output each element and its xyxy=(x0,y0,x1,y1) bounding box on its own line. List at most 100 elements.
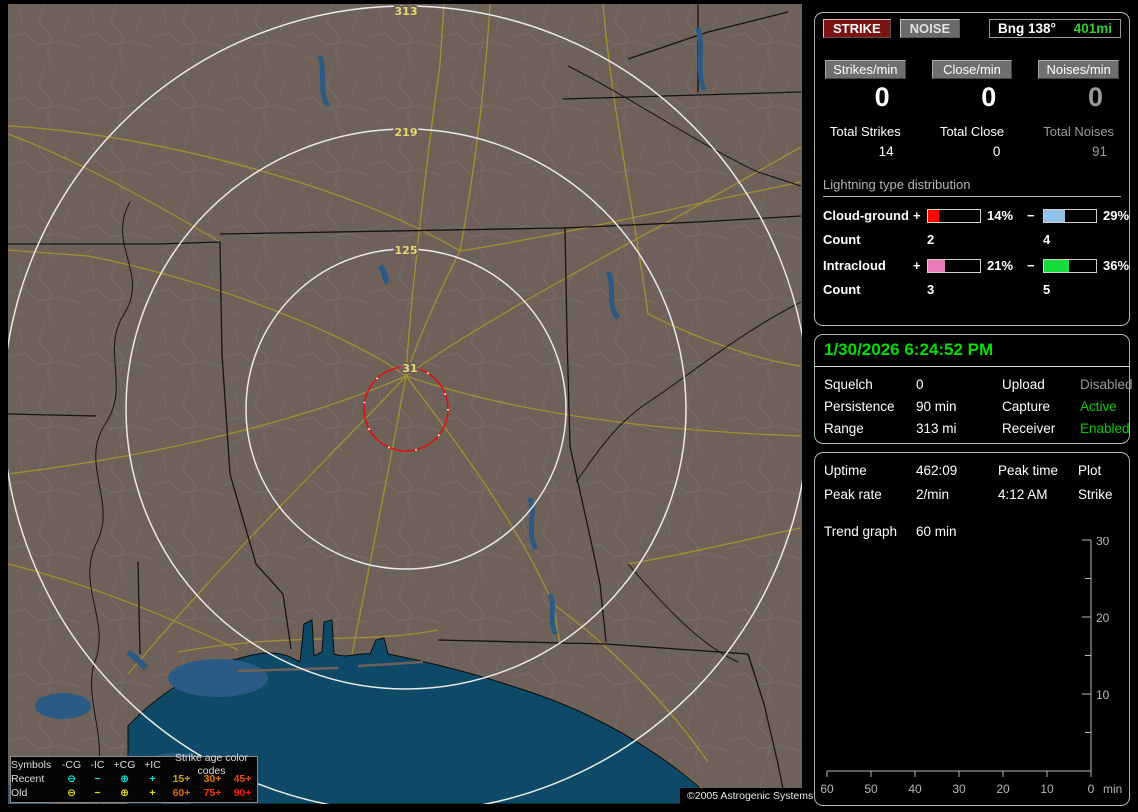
cloud-ground-label: Cloud-ground xyxy=(823,208,909,223)
legend-header-neg-ic: -IC xyxy=(90,758,105,771)
ring-label-313: 313 xyxy=(395,5,418,18)
uptime-value: 462:09 xyxy=(916,463,958,478)
x-tick-30: 30 xyxy=(952,782,966,796)
capture-label: Capture xyxy=(1002,399,1051,414)
plus-sign: + xyxy=(913,208,921,223)
bearing-value: Bng 138° xyxy=(998,21,1056,36)
total-strikes-value: 14 xyxy=(878,144,894,159)
x-tick-40: 40 xyxy=(908,782,922,796)
count-label: Count xyxy=(823,232,861,247)
total-close-value: 0 xyxy=(992,144,1001,159)
x-axis-unit: min xyxy=(1103,782,1122,796)
total-strikes-label: Total Strikes xyxy=(829,124,901,139)
strikes-per-min-value: 0 xyxy=(874,82,890,112)
range-value: 401mi xyxy=(1073,21,1112,36)
bearing-readout: Bng 138° 401mi xyxy=(989,19,1121,38)
copyright-label: ©2005 Astrogenic Systems xyxy=(680,788,821,804)
range-setting-value: 313 mi xyxy=(916,421,957,436)
total-noises-value: 91 xyxy=(1091,144,1107,159)
noises-per-min-button[interactable]: Noises/min xyxy=(1038,60,1119,79)
legend-row-old-label: Old xyxy=(11,786,28,799)
y-tick-30: 30 xyxy=(1096,537,1110,548)
ring-label-219: 219 xyxy=(395,126,418,139)
minus-sign: − xyxy=(1027,258,1035,273)
status-panel: 1/30/2026 6:24:52 PM Squelch 0 Upload Di… xyxy=(814,334,1133,444)
intracloud-label: Intracloud xyxy=(823,258,886,273)
x-tick-50: 50 xyxy=(864,782,878,796)
receiver-label: Receiver xyxy=(1002,421,1056,436)
noises-per-min-value: 0 xyxy=(1087,82,1103,112)
neg-cg-old-icon: ⊖ xyxy=(67,786,76,799)
total-noises-label: Total Noises xyxy=(1043,124,1115,139)
peak-time-label: Peak time xyxy=(998,463,1059,478)
neg-ic-old-icon: − xyxy=(94,786,101,799)
lightning-distribution-section: Lightning type distribution Cloud-ground… xyxy=(815,177,1129,297)
x-tick-0: 0 xyxy=(1088,782,1095,796)
age-45: 45+ xyxy=(233,772,252,785)
cg-plus-count: 2 xyxy=(927,232,935,247)
x-tick-10: 10 xyxy=(1040,782,1054,796)
neg-cg-recent-icon: ⊖ xyxy=(67,772,76,785)
x-tick-60: 60 xyxy=(820,782,834,796)
legend-header-neg-cg: -CG xyxy=(61,758,82,771)
neg-ic-recent-icon: − xyxy=(94,772,101,785)
squelch-value: 0 xyxy=(916,377,924,392)
cg-plus-pct: 14% xyxy=(987,208,1014,223)
persistence-label: Persistence xyxy=(824,399,895,414)
capture-status: Active xyxy=(1080,399,1117,414)
ic-plus-pct: 21% xyxy=(987,258,1014,273)
cg-plus-bar xyxy=(927,208,981,223)
upload-status: Disabled xyxy=(1080,377,1133,392)
distribution-title: Lightning type distribution xyxy=(823,177,1121,197)
age-30: 30+ xyxy=(203,772,222,785)
total-close-label: Total Close xyxy=(939,124,1005,139)
pos-ic-old-icon: + xyxy=(149,786,156,799)
legend-header-pos-cg: +CG xyxy=(113,758,136,771)
close-per-min-button[interactable]: Close/min xyxy=(931,60,1013,79)
noise-mode-button[interactable]: NOISE xyxy=(899,19,961,38)
radar-map[interactable]: 313 219 125 31 Symbols -CG -IC +CG +IC S… xyxy=(8,4,821,804)
trend-graph: 30 20 10 60 50 40 30 20 10 0 min xyxy=(820,537,1122,796)
plot-mode-value: Strike xyxy=(1078,487,1113,502)
nexstorm-window: 313 219 125 31 Symbols -CG -IC +CG +IC S… xyxy=(0,0,1138,812)
pos-ic-recent-icon: + xyxy=(149,772,156,785)
pos-cg-recent-icon: ⊕ xyxy=(120,772,129,785)
peak-time-value: 4:12 AM xyxy=(998,487,1048,502)
map-canvas: 313 219 125 31 xyxy=(8,4,802,804)
ic-minus-bar xyxy=(1043,258,1097,273)
peak-rate-value: 2/min xyxy=(916,487,950,502)
y-tick-10: 10 xyxy=(1096,688,1110,702)
ring-label-125: 125 xyxy=(395,244,418,257)
count-label: Count xyxy=(823,282,861,297)
uptime-label: Uptime xyxy=(824,463,867,478)
legend-row-recent-label: Recent xyxy=(11,772,45,785)
ic-minus-pct: 36% xyxy=(1103,258,1130,273)
datetime-display: 1/30/2026 6:24:52 PM xyxy=(815,335,1129,367)
close-per-min-value: 0 xyxy=(981,82,997,112)
strike-mode-button[interactable]: STRIKE xyxy=(823,19,891,38)
legend-header-symbols: Symbols xyxy=(11,758,52,771)
trend-panel: Uptime 462:09 Peak time Plot Peak rate 2… xyxy=(814,452,1130,806)
peak-rate-label: Peak rate xyxy=(824,487,882,502)
pos-cg-old-icon: ⊕ xyxy=(120,786,129,799)
age-90: 90+ xyxy=(233,786,252,799)
legend-header-pos-ic: +IC xyxy=(144,758,161,771)
ic-plus-count: 3 xyxy=(927,282,935,297)
persistence-value: 90 min xyxy=(916,399,957,414)
age-15: 15+ xyxy=(172,772,191,785)
range-label: Range xyxy=(824,421,864,436)
ic-plus-bar xyxy=(927,258,981,273)
strikes-per-min-button[interactable]: Strikes/min xyxy=(825,60,906,79)
cg-minus-count: 4 xyxy=(1043,232,1051,247)
upload-label: Upload xyxy=(1002,377,1045,392)
minus-sign: − xyxy=(1027,208,1035,223)
ic-minus-count: 5 xyxy=(1043,282,1051,297)
squelch-label: Squelch xyxy=(824,377,873,392)
x-tick-20: 20 xyxy=(996,782,1010,796)
y-tick-20: 20 xyxy=(1096,611,1110,625)
counters-panel: STRIKE NOISE Bng 138° 401mi Strikes/min … xyxy=(814,12,1130,326)
plot-label: Plot xyxy=(1078,463,1102,478)
receiver-status: Enabled xyxy=(1080,421,1130,436)
plus-sign: + xyxy=(913,258,921,273)
age-75: 75+ xyxy=(203,786,222,799)
